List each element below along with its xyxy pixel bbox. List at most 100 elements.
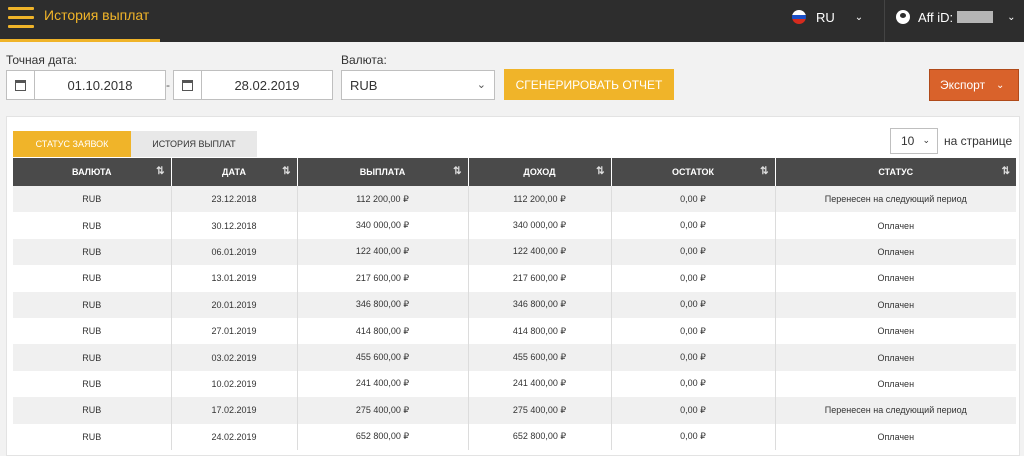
chevron-down-icon: ⌄ [854, 11, 864, 23]
cell-status: Оплачен [775, 291, 1016, 318]
active-title-underline [0, 39, 160, 42]
date-to-field[interactable]: 28.02.2019 [173, 70, 333, 100]
tab-payout-history[interactable]: ИСТОРИЯ ВЫПЛАТ [131, 131, 257, 157]
language-selector[interactable]: RU ⌄ [792, 6, 863, 28]
export-label: Экспорт [940, 78, 986, 92]
cell-balance: 0,00 ₽ [611, 397, 776, 424]
per-page-select[interactable]: 10 ⌄ [890, 128, 938, 154]
table-row: RUB 30.12.2018 340 000,00 ₽340 000,00 ₽0,0… [13, 212, 1016, 239]
cell-status: Оплачен [775, 317, 1016, 345]
date-label: Точная дата: [6, 53, 77, 67]
user-icon [896, 10, 910, 24]
cell-income: 346 800,00 ₽ [468, 291, 612, 318]
table-row: RUB 06.01.2019 122 400,00 ₽122 400,00 ₽0,0… [13, 238, 1016, 266]
table-row: RUB 20.01.2019 346 800,00 ₽346 800,00 ₽0,0… [13, 291, 1016, 318]
cell-currency: RUB [13, 212, 172, 239]
cell-currency: RUB [13, 370, 172, 398]
column-header-currency[interactable]: ВАЛЮТА ⇅ [13, 158, 172, 186]
page-title: История выплат [44, 7, 150, 23]
russia-flag-icon [792, 10, 806, 24]
sort-icon: ⇅ [760, 166, 769, 177]
cell-payout: 346 800,00 ₽ [297, 291, 469, 318]
calendar-icon[interactable] [174, 71, 202, 99]
cell-status: Перенесен на следующий период [775, 186, 1016, 213]
cell-currency: RUB [13, 291, 172, 318]
cell-balance: 0,00 ₽ [611, 317, 776, 345]
sort-icon: ⇅ [596, 166, 605, 177]
table-header-row: ВАЛЮТА ⇅ ДАТА ⇅ ВЫПЛАТА ⇅ ДОХОД ⇅ ОСТАТОК ⇅ С… [13, 158, 1016, 186]
cell-currency: RUB [13, 265, 172, 292]
cell-payout: 340 000,00 ₽ [297, 212, 469, 239]
cell-income: 455 600,00 ₽ [468, 344, 612, 371]
cell-balance: 0,00 ₽ [611, 238, 776, 266]
cell-status: Оплачен [775, 265, 1016, 292]
calendar-icon[interactable] [7, 71, 35, 99]
cell-currency: RUB [13, 238, 172, 266]
cell-date: 30.12.2018 [171, 212, 298, 239]
date-from-value: 01.10.2018 [67, 77, 133, 93]
chevron-down-icon: ⌄ [1007, 11, 1016, 23]
cell-balance: 0,00 ₽ [611, 186, 776, 213]
cell-income: 112 200,00 ₽ [468, 186, 612, 213]
cell-date: 23.12.2018 [171, 186, 298, 213]
table-row: RUB 17.02.2019 275 400,00 ₽275 400,00 ₽0,0… [13, 397, 1016, 424]
currency-value: RUB [350, 77, 378, 93]
cell-currency: RUB [13, 423, 172, 450]
date-range-dash: - [166, 78, 170, 92]
column-header-payout[interactable]: ВЫПЛАТА ⇅ [297, 158, 469, 186]
cell-balance: 0,00 ₽ [611, 265, 776, 292]
cell-payout: 217 600,00 ₽ [297, 265, 469, 292]
tab-status[interactable]: СТАТУС ЗАЯВОК [13, 131, 143, 157]
generate-report-button[interactable]: СГЕНЕРИРОВАТЬ ОТЧЕТ [504, 69, 674, 100]
hamburger-icon[interactable] [8, 7, 34, 31]
cell-payout: 112 200,00 ₽ [297, 186, 469, 213]
sort-icon: ⇅ [453, 166, 462, 177]
cell-income: 122 400,00 ₽ [468, 238, 612, 266]
cell-balance: 0,00 ₽ [611, 291, 776, 318]
cell-payout: 241 400,00 ₽ [297, 370, 469, 398]
cell-income: 241 400,00 ₽ [468, 370, 612, 398]
cell-date: 03.02.2019 [171, 344, 298, 371]
table-row: RUB 03.02.2019 455 600,00 ₽455 600,00 ₽0,0… [13, 344, 1016, 371]
cell-date: 20.01.2019 [171, 291, 298, 318]
cell-income: 652 800,00 ₽ [468, 423, 612, 450]
language-label: RU [816, 9, 835, 25]
chevron-down-icon: ⌄ [996, 79, 1005, 91]
export-button[interactable]: Экспорт ⌄ [929, 69, 1019, 101]
cell-income: 414 800,00 ₽ [468, 317, 612, 345]
cell-status: Перенесен на следующий период [775, 397, 1016, 424]
payouts-table: ВАЛЮТА ⇅ ДАТА ⇅ ВЫПЛАТА ⇅ ДОХОД ⇅ ОСТАТОК ⇅ С… [13, 158, 1016, 450]
column-header-income[interactable]: ДОХОД ⇅ [468, 158, 612, 186]
cell-payout: 455 600,00 ₽ [297, 344, 469, 371]
cell-status: Оплачен [775, 344, 1016, 371]
column-header-date[interactable]: ДАТА ⇅ [171, 158, 298, 186]
cell-status: Оплачен [775, 212, 1016, 239]
cell-payout: 414 800,00 ₽ [297, 317, 469, 345]
cell-date: 06.01.2019 [171, 238, 298, 266]
currency-select[interactable]: RUB ⌄ [341, 70, 495, 100]
account-menu[interactable]: Aff iD: ⌄ [896, 6, 1016, 28]
sort-icon: ⇅ [282, 166, 291, 177]
cell-income: 340 000,00 ₽ [468, 212, 612, 239]
table-row: RUB 24.02.2019 652 800,00 ₽652 800,00 ₽0,0… [13, 423, 1016, 450]
cell-payout: 652 800,00 ₽ [297, 423, 469, 450]
column-header-balance[interactable]: ОСТАТОК ⇅ [611, 158, 776, 186]
cell-balance: 0,00 ₽ [611, 423, 776, 450]
cell-balance: 0,00 ₽ [611, 212, 776, 239]
aff-id-label: Aff iD: [918, 9, 954, 25]
date-to-value: 28.02.2019 [234, 77, 300, 93]
cell-status: Оплачен [775, 238, 1016, 266]
aff-id-redacted [957, 11, 994, 23]
chevron-down-icon: ⌄ [476, 79, 486, 91]
column-header-status[interactable]: СТАТУС ⇅ [775, 158, 1016, 186]
table-row: RUB 23.12.2018 112 200,00 ₽112 200,00 ₽0,0… [13, 186, 1016, 213]
cell-date: 13.01.2019 [171, 265, 298, 292]
date-from-field[interactable]: 01.10.2018 [6, 70, 166, 100]
cell-payout: 122 400,00 ₽ [297, 238, 469, 266]
per-page-label: на странице [944, 134, 1013, 148]
cell-date: 27.01.2019 [171, 317, 298, 345]
cell-payout: 275 400,00 ₽ [297, 397, 469, 424]
cell-status: Оплачен [775, 423, 1016, 450]
header-divider [884, 0, 885, 42]
currency-label: Валюта: [341, 53, 387, 67]
